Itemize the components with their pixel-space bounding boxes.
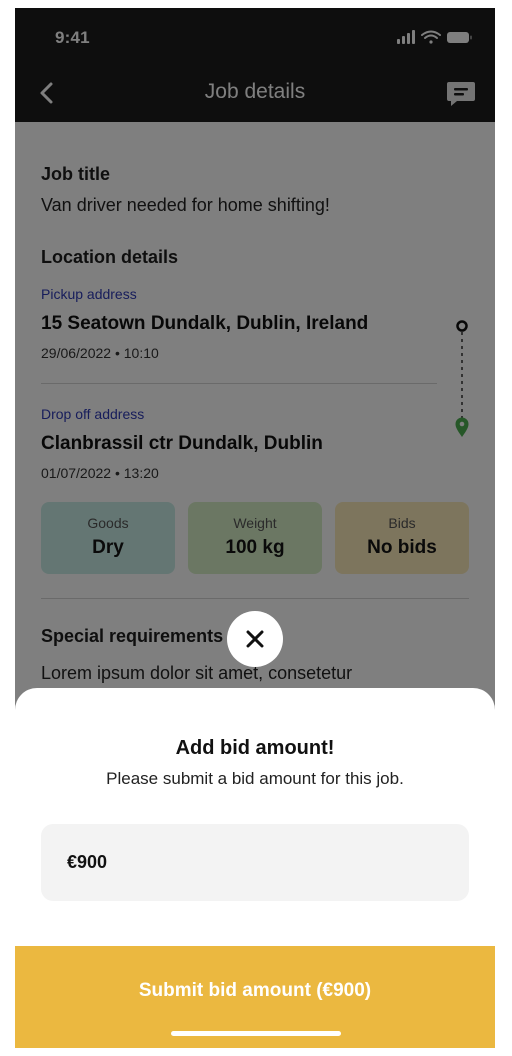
home-indicator: [171, 1031, 341, 1036]
phone-screen: 9:41 Job details: [15, 8, 495, 1048]
bid-sheet-title: Add bid amount!: [175, 737, 335, 759]
bid-bottom-sheet: Add bid amount! Please submit a bid amou…: [15, 688, 495, 1048]
bid-amount-input[interactable]: [41, 824, 469, 901]
close-sheet-button[interactable]: [227, 611, 283, 667]
close-icon: [246, 630, 264, 648]
bid-sheet-subtitle: Please submit a bid amount for this job.: [106, 769, 404, 788]
submit-bid-label: Submit bid amount (€900): [138, 980, 372, 1001]
